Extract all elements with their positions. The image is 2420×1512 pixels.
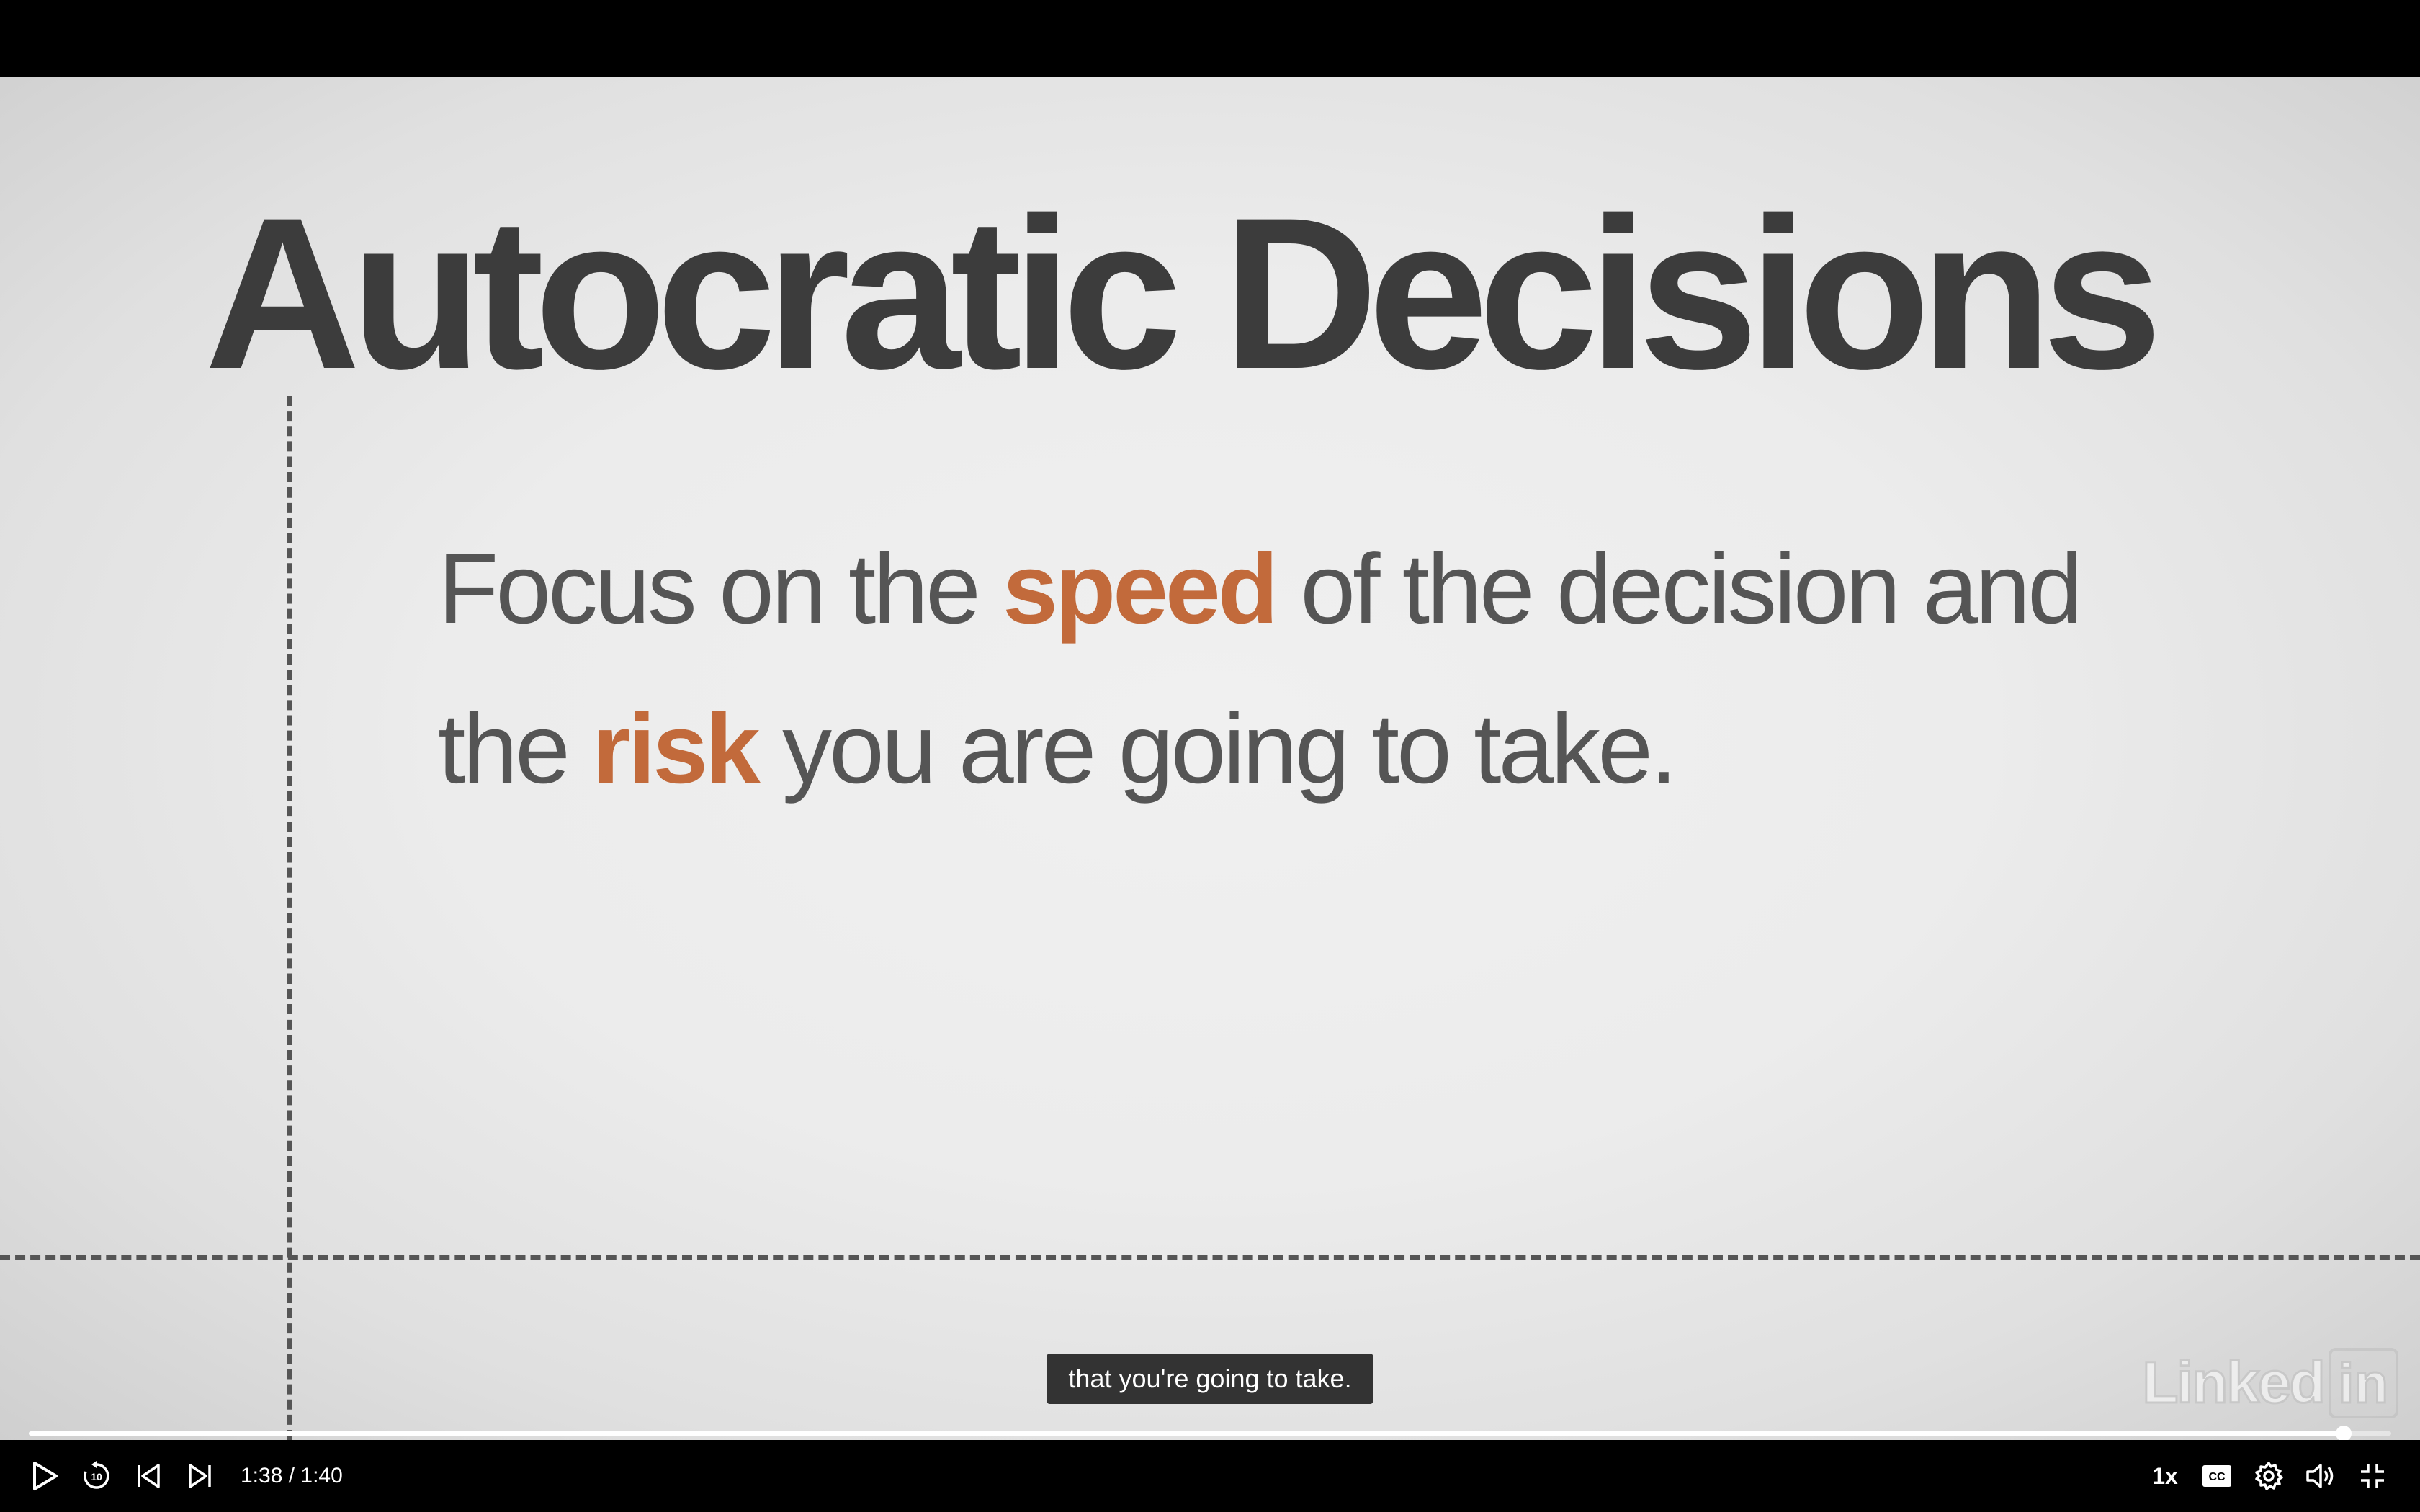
body-text-part: you are going to take. [757,693,1677,804]
play-button[interactable] [19,1450,71,1502]
progress-bar[interactable] [29,1426,2391,1441]
playback-speed-label: 1x [2152,1462,2178,1489]
accent-word-risk: risk [592,693,761,804]
next-icon [186,1462,215,1490]
replay-10-icon: 10 [81,1460,112,1492]
closed-captions-button[interactable]: CC [2191,1450,2243,1502]
exit-fullscreen-icon [2358,1462,2387,1490]
volume-button[interactable] [2295,1450,2347,1502]
previous-button[interactable] [122,1450,174,1502]
video-player: Autocratic Decisions Focus on the speed … [0,0,2420,1512]
gear-icon [2254,1461,2284,1491]
svg-text:CC: CC [2208,1471,2226,1483]
watermark-text: Linked [2141,1349,2326,1417]
previous-icon [134,1462,163,1490]
accent-word-speed: speed [1003,534,1278,644]
replay-10-button[interactable]: 10 [71,1450,122,1502]
play-icon [30,1460,59,1492]
player-controls: 10 1:38 / 1:40 1x CC [0,1440,2420,1512]
time-display: 1:38 / 1:40 [241,1464,343,1488]
settings-button[interactable] [2243,1450,2295,1502]
svg-text:10: 10 [91,1471,102,1482]
linkedin-watermark: Linked in [2141,1348,2398,1418]
progress-fill [29,1431,2344,1436]
exit-fullscreen-button[interactable] [2347,1450,2398,1502]
video-frame[interactable]: Autocratic Decisions Focus on the speed … [0,77,2420,1440]
vertical-dashed-rule [287,396,292,1440]
volume-icon [2305,1462,2336,1490]
next-button[interactable] [174,1450,226,1502]
playback-speed-button[interactable]: 1x [2139,1450,2191,1502]
slide-body-text: Focus on the speed of the decision and t… [438,509,2202,829]
watermark-box-text: in [2328,1348,2398,1418]
closed-caption: that you're going to take. [1047,1354,1373,1404]
slide-title: Autocratic Decisions [205,172,2162,414]
body-text-part: Focus on the [438,534,1003,644]
closed-captions-icon: CC [2202,1464,2232,1488]
horizontal-dashed-rule [0,1255,2420,1260]
